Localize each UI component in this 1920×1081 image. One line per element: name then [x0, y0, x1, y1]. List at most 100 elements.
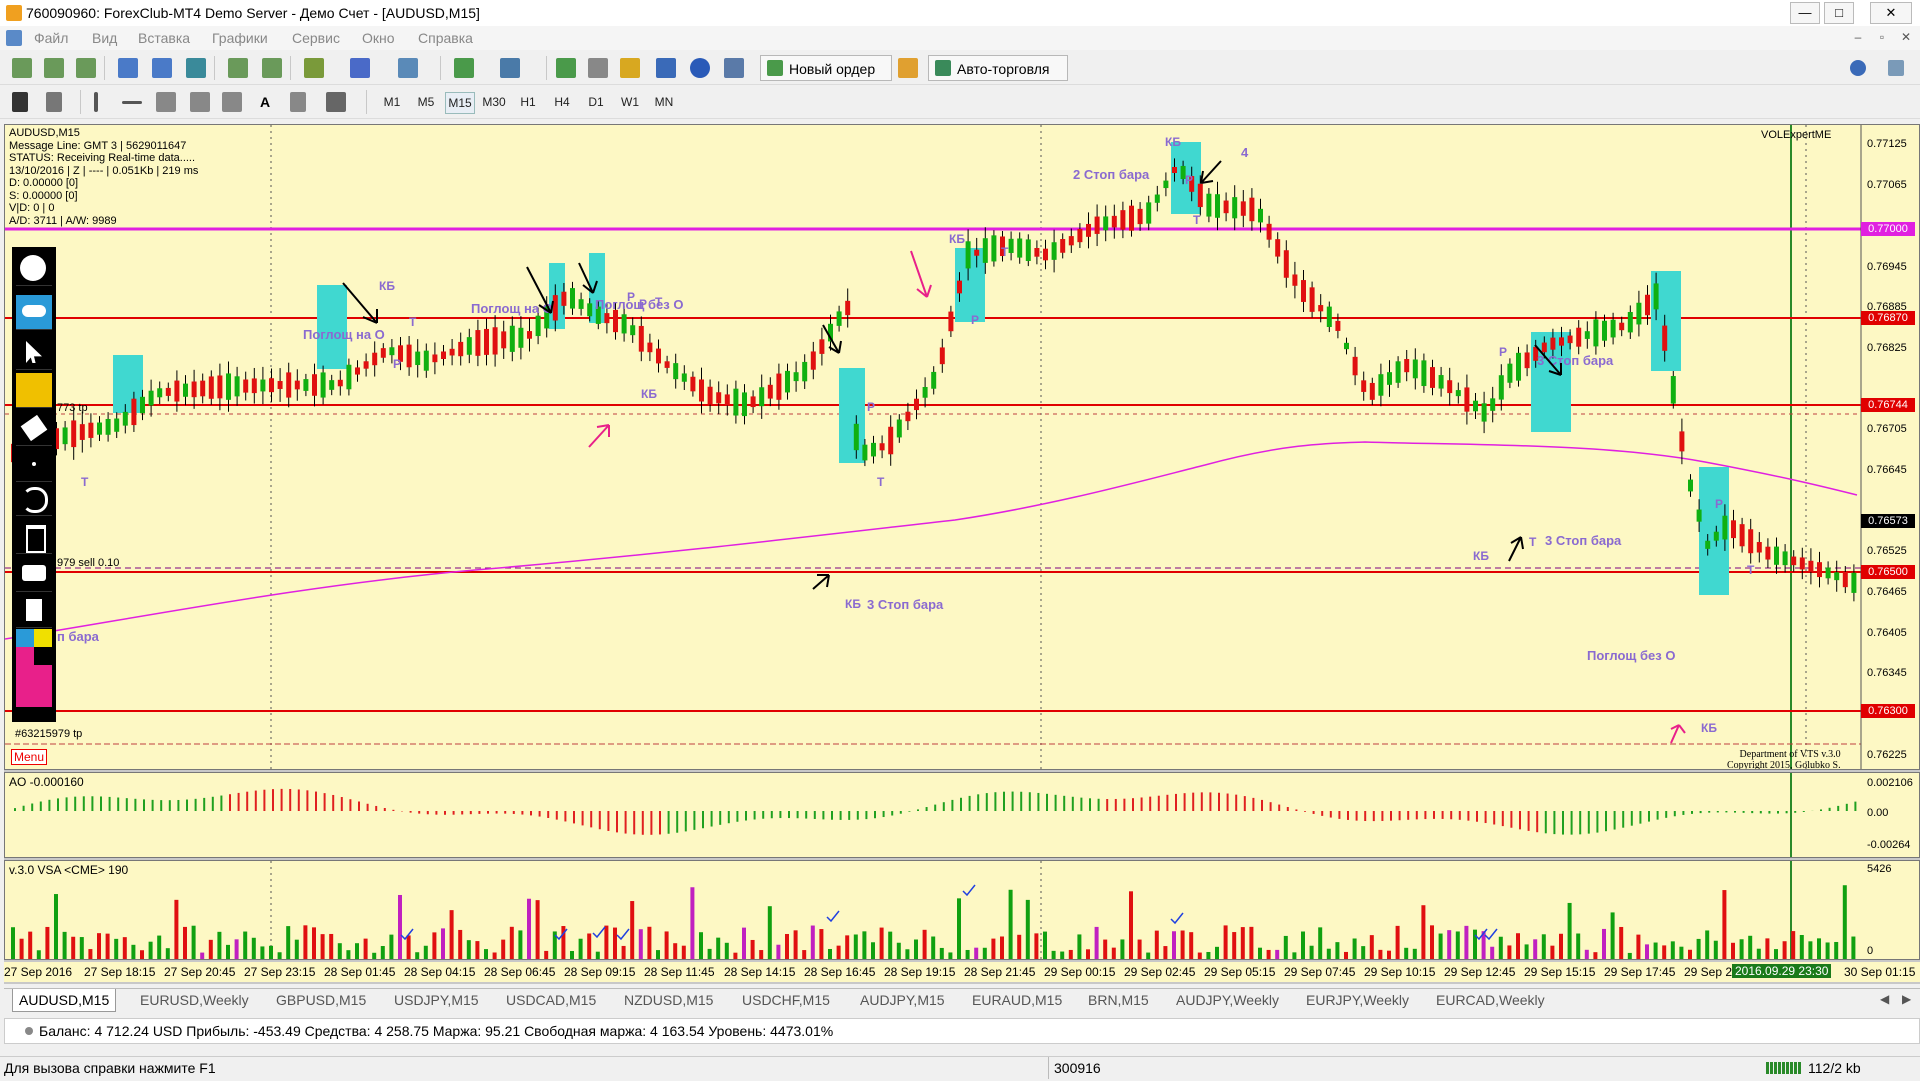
- zoom-out-icon[interactable]: [152, 58, 172, 78]
- eraser-icon[interactable]: [16, 411, 52, 446]
- line-chart-icon[interactable]: [76, 58, 96, 78]
- volume-bar: [1825, 942, 1830, 959]
- tf-m15[interactable]: M15: [445, 92, 475, 114]
- candle-body: [1731, 520, 1736, 539]
- maximize-button[interactable]: □: [1824, 2, 1854, 24]
- menu-charts[interactable]: Графики: [212, 30, 268, 46]
- tab-eurcad-weekly[interactable]: EURCAD,Weekly: [1430, 989, 1551, 1011]
- bar-chart-icon[interactable]: [44, 58, 64, 78]
- volume-bar: [613, 927, 617, 959]
- text-label-icon[interactable]: [290, 92, 306, 112]
- mdi-restore-button[interactable]: ▫: [1874, 30, 1890, 46]
- tf-h4[interactable]: H4: [548, 92, 576, 112]
- menu-tools[interactable]: Сервис: [292, 30, 340, 46]
- candle-body: [1344, 342, 1349, 350]
- candle-body: [1507, 363, 1513, 383]
- candle-body: [62, 427, 68, 445]
- tab-eurusd-weekly[interactable]: EURUSD,Weekly: [134, 989, 255, 1011]
- chart-menu-button[interactable]: Menu: [11, 749, 48, 765]
- help-icon[interactable]: [690, 58, 710, 78]
- copyright-line: Copyright 2015, Golubko S.: [1727, 760, 1841, 770]
- pattern-marker: Т: [1193, 213, 1201, 227]
- cursor-icon[interactable]: [12, 92, 28, 112]
- auto-trading-button[interactable]: Авто-торговля: [928, 55, 1068, 81]
- volume-bar: [1739, 939, 1744, 959]
- vertical-line-icon[interactable]: [94, 92, 98, 112]
- menu-help[interactable]: Справка: [418, 30, 473, 46]
- new-order-button[interactable]: Новый ордер: [760, 55, 892, 81]
- ao-pane[interactable]: AO -0.000160 0.002106 0.00 -0.00264: [4, 772, 1920, 858]
- pattern-marker: КБ: [379, 279, 395, 293]
- volume-bar: [1197, 952, 1202, 959]
- market-watch-icon[interactable]: [454, 58, 474, 78]
- menu-view[interactable]: Вид: [92, 30, 117, 46]
- camera-icon[interactable]: [16, 557, 52, 592]
- search-icon[interactable]: [1850, 60, 1866, 76]
- templates-icon[interactable]: [398, 58, 418, 78]
- tab-audjpy-weekly[interactable]: AUDJPY,Weekly: [1170, 989, 1285, 1011]
- mdi-close-button[interactable]: ✕: [1898, 30, 1914, 46]
- chat-icon[interactable]: [1888, 60, 1904, 76]
- tab-usdcad-m15[interactable]: USDCAD,M15: [500, 989, 602, 1011]
- tf-m30[interactable]: M30: [480, 92, 508, 112]
- text-icon[interactable]: A: [258, 92, 272, 112]
- price-pane[interactable]: AUDUSD,M15 Message Line: GMT 3 | 5629011…: [4, 124, 1920, 770]
- eye-icon[interactable]: [16, 295, 52, 330]
- dot-icon[interactable]: [16, 447, 52, 482]
- undo-icon[interactable]: [16, 481, 52, 516]
- tf-h1[interactable]: H1: [514, 92, 542, 112]
- data-window-icon[interactable]: [500, 58, 520, 78]
- autoscroll-icon[interactable]: [262, 58, 282, 78]
- crosshair-icon[interactable]: [588, 58, 608, 78]
- tf-mn[interactable]: MN: [650, 92, 678, 112]
- pen-icon[interactable]: [16, 251, 52, 286]
- tabs-scroll-right-icon[interactable]: ▶: [1902, 992, 1911, 1006]
- tab-audusd-m15[interactable]: AUDUSD,M15: [12, 989, 117, 1012]
- crosshair-tool-icon[interactable]: [46, 92, 62, 112]
- tab-audjpy-m15[interactable]: AUDJPY,M15: [854, 989, 951, 1011]
- tab-eurjpy-weekly[interactable]: EURJPY,Weekly: [1300, 989, 1415, 1011]
- tf-m1[interactable]: M1: [378, 92, 406, 112]
- channel-icon[interactable]: [190, 92, 210, 112]
- favorites-icon[interactable]: [620, 58, 640, 78]
- tabs-scroll-left-icon[interactable]: ◀: [1880, 992, 1889, 1006]
- status-code: 300916: [1054, 1060, 1101, 1076]
- strategy-tester-icon[interactable]: [724, 58, 744, 78]
- indicators-icon[interactable]: [304, 58, 324, 78]
- horizontal-line-icon[interactable]: [122, 101, 142, 104]
- color-palette-icon[interactable]: [16, 629, 52, 707]
- trash-icon[interactable]: [16, 519, 52, 554]
- chart-shift-icon[interactable]: [228, 58, 248, 78]
- tf-d1[interactable]: D1: [582, 92, 610, 112]
- tab-brn-m15[interactable]: BRN,M15: [1082, 989, 1155, 1011]
- terminal-icon[interactable]: [656, 58, 676, 78]
- chart-window-icon[interactable]: [6, 30, 22, 46]
- candle-body: [415, 351, 421, 366]
- menu-window[interactable]: Окно: [362, 30, 395, 46]
- highlighter-icon[interactable]: [16, 373, 52, 408]
- zoom-in-icon[interactable]: [118, 58, 138, 78]
- tf-m5[interactable]: M5: [412, 92, 440, 112]
- menu-insert[interactable]: Вставка: [138, 30, 190, 46]
- navigator-icon[interactable]: [556, 58, 576, 78]
- periods-icon[interactable]: [350, 58, 370, 78]
- tab-usdjpy-m15[interactable]: USDJPY,M15: [388, 989, 485, 1011]
- tab-gbpusd-m15[interactable]: GBPUSD,M15: [270, 989, 372, 1011]
- arrows-icon[interactable]: [326, 92, 346, 112]
- tile-windows-icon[interactable]: [186, 58, 206, 78]
- notes-icon[interactable]: [16, 593, 52, 628]
- new-chart-icon[interactable]: [12, 58, 32, 78]
- tab-usdchf-m15[interactable]: USDCHF,M15: [736, 989, 836, 1011]
- menu-file[interactable]: Файл: [34, 30, 68, 46]
- metaeditor-icon[interactable]: [898, 58, 918, 78]
- minimize-button[interactable]: —: [1790, 2, 1820, 24]
- tab-euraud-m15[interactable]: EURAUD,M15: [966, 989, 1068, 1011]
- tab-nzdusd-m15[interactable]: NZDUSD,M15: [618, 989, 719, 1011]
- tf-w1[interactable]: W1: [616, 92, 644, 112]
- trendline-icon[interactable]: [156, 92, 176, 112]
- vsa-pane[interactable]: v.3.0 VSA <CME> 190 5426 0: [4, 860, 1920, 960]
- fibonacci-icon[interactable]: [222, 92, 242, 112]
- close-button[interactable]: ✕: [1870, 2, 1912, 24]
- mdi-minimize-button[interactable]: –: [1850, 30, 1866, 46]
- arrow-cursor-icon[interactable]: [16, 335, 52, 370]
